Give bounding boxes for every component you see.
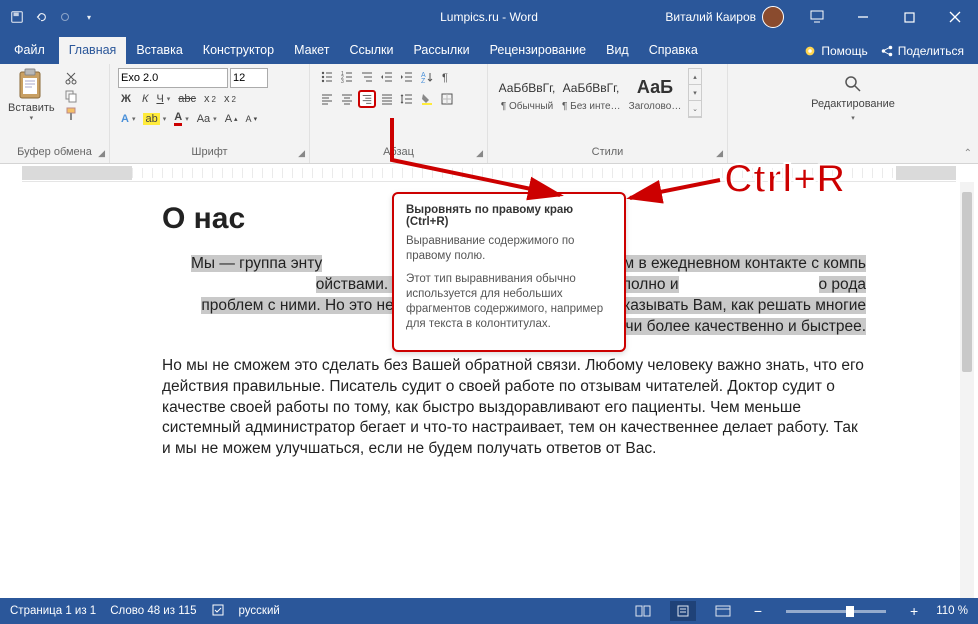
font-color-button[interactable]: A▾ xyxy=(171,110,191,127)
shrink-font-button[interactable]: A▾ xyxy=(243,113,261,125)
subscript-button[interactable]: x2 xyxy=(201,92,219,106)
tab-mailings[interactable]: Рассылки xyxy=(403,37,479,64)
status-words[interactable]: Слово 48 из 115 xyxy=(110,605,196,617)
align-right-tooltip: Выровнять по правому краю (Ctrl+R) Вырав… xyxy=(392,192,626,352)
zoom-out-button[interactable]: − xyxy=(750,603,766,619)
shading-button[interactable] xyxy=(418,90,436,108)
status-bar: Страница 1 из 1 Слово 48 из 115 русский … xyxy=(0,598,978,624)
group-label-clipboard: Буфер обмена◢ xyxy=(8,146,101,161)
ribbon-tabs: Файл Главная Вставка Конструктор Макет С… xyxy=(0,34,978,64)
view-read-button[interactable] xyxy=(630,601,656,621)
title-bar: ▾ Lumpics.ru - Word Виталий Каиров xyxy=(0,0,978,34)
collapse-ribbon-button[interactable]: ⌃ xyxy=(964,148,972,159)
line-spacing-button[interactable] xyxy=(398,90,416,108)
styles-launcher[interactable]: ◢ xyxy=(716,148,723,159)
autosave-icon[interactable] xyxy=(10,10,24,24)
increase-indent-button[interactable] xyxy=(398,68,416,86)
group-label-font: Шрифт◢ xyxy=(118,146,301,161)
tab-layout[interactable]: Макет xyxy=(284,37,339,64)
tell-me[interactable]: Помощь xyxy=(803,44,867,58)
text-effects-button[interactable]: A▾ xyxy=(118,112,138,126)
paragraph-launcher[interactable]: ◢ xyxy=(476,148,483,159)
underline-button[interactable]: Ч▾ xyxy=(153,92,173,106)
highlight-button[interactable]: ab▾ xyxy=(140,112,169,126)
cut-button[interactable] xyxy=(61,70,81,86)
ribbon-options-button[interactable] xyxy=(794,0,840,34)
undo-icon[interactable] xyxy=(34,10,48,24)
align-right-button[interactable] xyxy=(358,90,376,108)
decrease-indent-button[interactable] xyxy=(378,68,396,86)
user-name: Виталий Каиров xyxy=(665,10,756,24)
numbering-button[interactable]: 123 xyxy=(338,68,356,86)
tooltip-line-1: Выравнивание содержимого по правому полю… xyxy=(406,234,612,264)
user-account[interactable]: Виталий Каиров xyxy=(655,6,794,28)
maximize-button[interactable] xyxy=(886,0,932,34)
annotation-shortcut: Ctrl+R xyxy=(724,157,845,202)
tab-insert[interactable]: Вставка xyxy=(126,37,192,64)
clipboard-launcher[interactable]: ◢ xyxy=(98,148,105,159)
align-center-button[interactable] xyxy=(338,90,356,108)
tab-review[interactable]: Рецензирование xyxy=(480,37,597,64)
align-justify-button[interactable] xyxy=(378,90,396,108)
doc-paragraph-2: Но мы не сможем это сделать без Вашей об… xyxy=(162,356,866,461)
group-label-paragraph: Абзац◢ xyxy=(318,146,479,161)
status-page[interactable]: Страница 1 из 1 xyxy=(10,605,96,617)
svg-text:3: 3 xyxy=(341,79,344,84)
bullets-button[interactable] xyxy=(318,68,336,86)
format-painter-button[interactable] xyxy=(61,106,81,122)
tab-design[interactable]: Конструктор xyxy=(193,37,284,64)
svg-text:¶: ¶ xyxy=(442,72,448,84)
ribbon: Вставить ▾ Буфер обмена◢ Ж К Ч▾ abc x2 xyxy=(0,64,978,164)
editing-button[interactable]: Редактирование ▾ xyxy=(736,68,970,122)
change-case-button[interactable]: Aa▾ xyxy=(194,112,220,126)
paste-button[interactable]: Вставить ▾ xyxy=(8,68,55,122)
font-name-select[interactable] xyxy=(118,68,228,88)
tooltip-title: Выровнять по правому краю (Ctrl+R) xyxy=(406,204,612,228)
align-left-button[interactable] xyxy=(318,90,336,108)
italic-button[interactable]: К xyxy=(139,92,151,106)
tooltip-line-2: Этот тип выравнивания обычно используетс… xyxy=(406,272,612,332)
superscript-button[interactable]: x2 xyxy=(221,92,239,106)
tab-home[interactable]: Главная xyxy=(59,37,127,64)
qat-more-icon[interactable]: ▾ xyxy=(82,10,96,24)
window-title: Lumpics.ru - Word xyxy=(440,10,538,24)
style-normal[interactable]: АаБбВвГг,¶ Обычный xyxy=(496,68,558,118)
bold-button[interactable]: Ж xyxy=(118,92,137,106)
vertical-scrollbar[interactable] xyxy=(960,182,974,598)
tab-references[interactable]: Ссылки xyxy=(339,37,403,64)
copy-button[interactable] xyxy=(61,88,81,104)
tab-view[interactable]: Вид xyxy=(596,37,639,64)
grow-font-button[interactable]: A▴ xyxy=(222,112,241,126)
avatar xyxy=(762,6,784,28)
style-no-spacing[interactable]: АаБбВвГг,¶ Без инте… xyxy=(560,68,622,118)
tab-help[interactable]: Справка xyxy=(639,37,708,64)
font-size-select[interactable] xyxy=(230,68,268,88)
zoom-in-button[interactable]: + xyxy=(906,603,922,619)
zoom-slider[interactable] xyxy=(786,610,886,613)
font-launcher[interactable]: ◢ xyxy=(298,148,305,159)
minimize-button[interactable] xyxy=(840,0,886,34)
redo-icon[interactable] xyxy=(58,10,72,24)
close-button[interactable] xyxy=(932,0,978,34)
zoom-level[interactable]: 110 % xyxy=(936,605,968,617)
strike-button[interactable]: abc xyxy=(175,92,199,106)
sort-button[interactable]: AZ xyxy=(418,68,436,86)
status-proofing-icon[interactable] xyxy=(211,603,225,620)
multilevel-button[interactable] xyxy=(358,68,376,86)
style-heading1[interactable]: АаБЗаголово… xyxy=(624,68,686,118)
styles-gallery-expand[interactable]: ▴▾⌄ xyxy=(688,68,702,118)
view-web-button[interactable] xyxy=(710,601,736,621)
svg-text:Z: Z xyxy=(421,78,426,84)
share-button[interactable]: Поделиться xyxy=(880,44,964,58)
tab-file[interactable]: Файл xyxy=(0,37,59,64)
group-label-styles: Стили◢ xyxy=(496,146,719,161)
view-print-button[interactable] xyxy=(670,601,696,621)
borders-button[interactable] xyxy=(438,90,456,108)
show-marks-button[interactable]: ¶ xyxy=(438,68,456,86)
status-language[interactable]: русский xyxy=(239,605,280,617)
